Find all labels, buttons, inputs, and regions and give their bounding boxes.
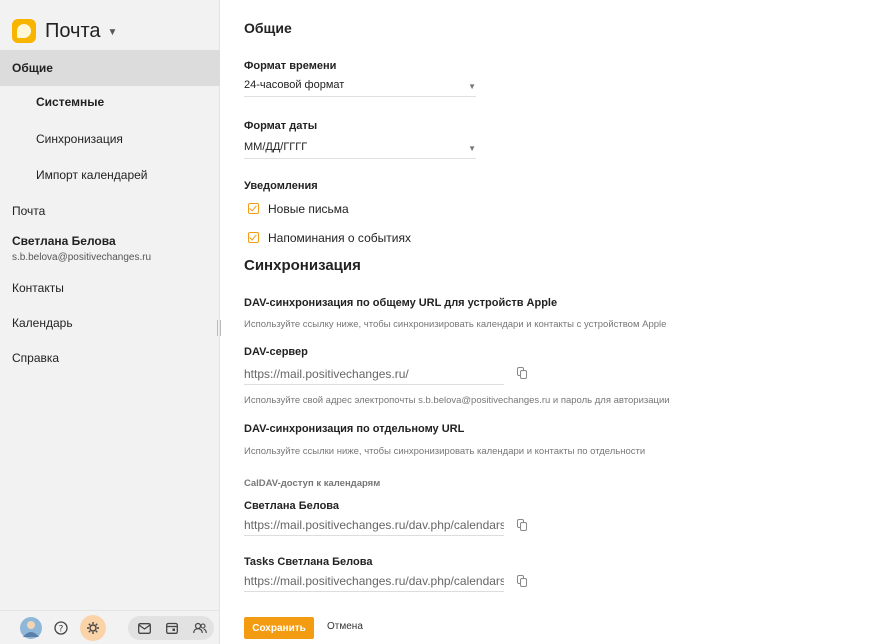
- copy-icon[interactable]: [517, 367, 528, 379]
- sidebar-item-general[interactable]: Общие: [0, 50, 220, 86]
- calendar1-url-field[interactable]: https://mail.positivechanges.ru/dav.php/…: [244, 518, 504, 536]
- dav-auth-hint: Используйте свой адрес электропочты s.b.…: [244, 395, 670, 406]
- reminders-checkbox[interactable]: [248, 232, 259, 243]
- save-button[interactable]: Сохранить: [244, 617, 314, 639]
- caldav-label: CalDAV-доступ к календарям: [244, 478, 381, 489]
- notifications-label: Уведомления: [244, 180, 318, 192]
- reminders-label: Напоминания о событиях: [268, 231, 411, 245]
- help-icon[interactable]: ?: [50, 617, 72, 639]
- avatar[interactable]: [20, 617, 42, 639]
- chevron-down-icon: ▼: [107, 27, 118, 38]
- sync-section-title: Синхронизация: [244, 257, 361, 274]
- time-format-value: 24-часовой формат: [244, 79, 345, 91]
- bottom-toolbar: ?: [0, 610, 220, 644]
- app-switcher[interactable]: Почта ▼: [12, 14, 117, 48]
- calendar2-url-field[interactable]: https://mail.positivechanges.ru/dav.php/…: [244, 574, 504, 592]
- chevron-down-icon: ▼: [468, 82, 476, 91]
- calendar1-name: Светлана Белова: [244, 500, 340, 512]
- settings-panel: Общие Формат времени 24-часовой формат ▼…: [220, 0, 891, 644]
- sidebar-account-name[interactable]: Светлана Белова: [12, 234, 116, 248]
- mail-logo-icon: [12, 19, 36, 43]
- app-name: Почта: [45, 19, 101, 42]
- sidebar-item-calendar[interactable]: Календарь: [0, 313, 220, 333]
- page-title: Общие: [244, 20, 292, 36]
- dav-separate-desc: Используйте ссылки ниже, чтобы синхрониз…: [244, 446, 646, 457]
- dav-apple-title: DAV-синхронизация по общему URL для устр…: [244, 297, 558, 309]
- chevron-down-icon: ▼: [468, 144, 476, 153]
- date-format-select[interactable]: ММ/ДД/ГГГГ ▼: [244, 141, 476, 159]
- sidebar-item-contacts[interactable]: Контакты: [0, 278, 220, 298]
- sidebar-item-system[interactable]: Системные: [0, 92, 220, 112]
- dav-separate-title: DAV-синхронизация по отдельному URL: [244, 423, 465, 435]
- sidebar-item-help[interactable]: Справка: [0, 348, 220, 368]
- copy-icon[interactable]: [517, 519, 528, 531]
- cancel-button[interactable]: Отмена: [327, 621, 363, 632]
- dav-apple-desc: Используйте ссылку ниже, чтобы синхрониз…: [244, 319, 667, 330]
- sidebar-account-email: s.b.belova@positivechanges.ru: [12, 252, 152, 263]
- sidebar: Почта ▼ Общие Системные Синхронизация Им…: [0, 0, 221, 644]
- app-window: Почта ▼ Общие Системные Синхронизация Им…: [0, 0, 891, 644]
- sidebar-item-sync[interactable]: Синхронизация: [0, 129, 220, 149]
- new-mail-label: Новые письма: [268, 202, 349, 216]
- contacts-icon[interactable]: [189, 617, 211, 639]
- new-mail-checkbox[interactable]: [248, 203, 259, 214]
- mail-icon[interactable]: [133, 617, 155, 639]
- sidebar-item-calendar-import[interactable]: Импорт календарей: [0, 165, 220, 185]
- copy-icon[interactable]: [517, 575, 528, 587]
- date-format-label: Формат даты: [244, 120, 318, 132]
- date-format-value: ММ/ДД/ГГГГ: [244, 141, 308, 153]
- time-format-select[interactable]: 24-часовой формат ▼: [244, 79, 476, 97]
- svg-text:?: ?: [59, 625, 64, 635]
- calendar2-name: Tasks Светлана Белова: [244, 556, 373, 568]
- time-format-label: Формат времени: [244, 60, 337, 72]
- dav-server-label: DAV-сервер: [244, 346, 308, 358]
- settings-icon[interactable]: [80, 615, 106, 641]
- sidebar-item-mail[interactable]: Почта: [0, 201, 220, 221]
- dav-server-field[interactable]: https://mail.positivechanges.ru/: [244, 367, 504, 385]
- calendar-icon[interactable]: [161, 617, 183, 639]
